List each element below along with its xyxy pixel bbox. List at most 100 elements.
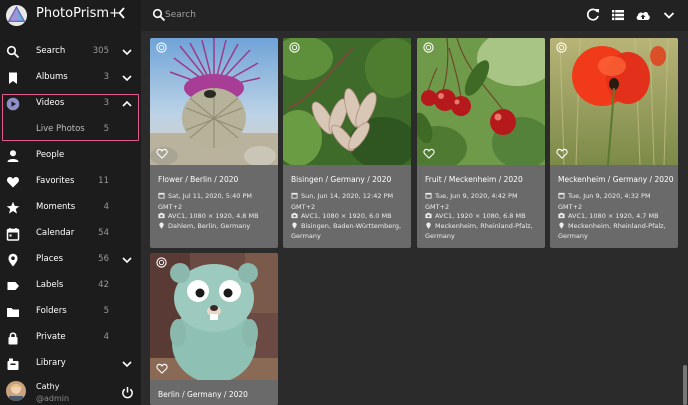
photo-timezone: GMT+2	[425, 203, 450, 211]
sidebar-item-label: Moments	[36, 202, 76, 212]
sidebar-item-labels[interactable]: Labels 42	[0, 274, 141, 300]
photo-title[interactable]: Flower / Berlin / 2020	[158, 175, 238, 184]
search-icon	[6, 45, 20, 59]
select-circle-icon[interactable]	[156, 42, 167, 53]
photo-title[interactable]: Bisingen / Germany / 2020	[291, 175, 391, 184]
app-name: PhotoPrism+	[36, 6, 120, 21]
sidebar-item-count: 4	[103, 202, 109, 212]
favorite-heart-icon[interactable]	[556, 148, 568, 159]
sidebar-item-label: Labels	[36, 280, 64, 290]
search-input[interactable]	[165, 6, 465, 24]
sidebar-item-label: Search	[36, 46, 66, 56]
calendar-icon	[425, 192, 432, 199]
photo-location: Bisingen, Baden-Württemberg,	[291, 222, 401, 230]
sidebar-item-label: People	[36, 150, 65, 160]
map-pin-icon	[159, 222, 164, 229]
photo-thumbnail[interactable]	[150, 253, 278, 380]
photo-title[interactable]: Fruit / Meckenheim / 2020	[425, 175, 523, 184]
select-circle-icon[interactable]	[423, 42, 434, 53]
camera-icon	[558, 212, 565, 219]
sidebar: PhotoPrism+ Search 305 Albums 3 Videos 3…	[0, 0, 141, 405]
map-pin-icon	[559, 222, 564, 229]
sidebar-item-favorites[interactable]: Favorites 11	[0, 170, 141, 196]
sidebar-item-search[interactable]: Search 305	[0, 40, 141, 66]
favorite-heart-icon[interactable]	[156, 148, 168, 159]
select-circle-icon[interactable]	[556, 42, 567, 53]
photo-thumbnail[interactable]	[283, 38, 411, 165]
photo-date: Sat, Jul 11, 2020, 5:40 PM	[158, 192, 252, 200]
chevron-left-icon	[118, 7, 125, 19]
photo-title[interactable]: Meckenheim / Germany / 2020	[558, 175, 674, 184]
sidebar-item-label: Private	[36, 332, 66, 342]
select-circle-icon[interactable]	[156, 257, 167, 268]
bookmark-icon	[9, 72, 17, 84]
scrollbar[interactable]	[683, 365, 687, 405]
sidebar-item-places[interactable]: Places 56	[0, 248, 141, 274]
sidebar-item-folders[interactable]: Folders 5	[0, 300, 141, 326]
person-icon	[7, 150, 19, 162]
sidebar-item-label: Live Photos	[36, 124, 85, 134]
photo-file-info: AVC1, 1080 × 1920, 4.7 MB	[558, 212, 659, 220]
favorite-heart-icon[interactable]	[423, 148, 435, 159]
calendar-icon	[558, 192, 565, 199]
sidebar-item-label: Favorites	[36, 176, 75, 186]
sidebar-item-live-photos[interactable]: Live Photos 5	[0, 118, 141, 142]
select-circle-icon[interactable]	[289, 42, 300, 53]
photo-file-info: AVC1, 1920 × 1080, 6.8 MB	[425, 212, 526, 220]
photo-card[interactable]: Meckenheim / Germany / 2020 Tue, Jun 9, …	[550, 38, 678, 248]
sidebar-item-calendar[interactable]: Calendar 54	[0, 222, 141, 248]
sidebar-item-moments[interactable]: Moments 4	[0, 196, 141, 222]
photo-location: Dahlem, Berlin, Germany	[158, 222, 250, 230]
collapse-sidebar-button[interactable]	[115, 5, 129, 25]
photo-thumbnail[interactable]	[150, 38, 278, 165]
photo-card[interactable]: Flower / Berlin / 2020 Sat, Jul 11, 2020…	[150, 38, 278, 248]
sidebar-item-videos[interactable]: Videos 3	[0, 92, 141, 118]
sidebar-item-albums[interactable]: Albums 3	[0, 66, 141, 92]
sidebar-item-library[interactable]: Library	[0, 352, 141, 378]
top-toolbar	[141, 0, 688, 31]
chevron-down-icon[interactable]	[121, 357, 133, 371]
photo-thumbnail[interactable]	[417, 38, 545, 165]
sidebar-item-count: 305	[92, 46, 109, 56]
photo-card[interactable]: Fruit / Meckenheim / 2020 Tue, Jun 9, 20…	[417, 38, 545, 248]
play-circle-icon	[6, 97, 20, 111]
photoprism-logo[interactable]	[5, 4, 28, 27]
power-icon[interactable]	[121, 386, 134, 399]
map-pin-icon	[292, 222, 297, 229]
refresh-icon[interactable]	[585, 7, 601, 23]
sidebar-item-count: 3	[103, 72, 109, 82]
photo-location: Meckenheim, Rheinland-Pfalz,	[425, 222, 533, 230]
heart-icon	[7, 177, 19, 188]
calendar-icon	[6, 228, 20, 241]
photo-timezone: GMT+2	[158, 203, 183, 211]
avatar	[6, 381, 26, 401]
sidebar-item-label: Calendar	[36, 228, 75, 238]
chevron-down-icon[interactable]	[661, 7, 677, 23]
photo-title[interactable]: Berlin / Germany / 2020	[158, 390, 248, 399]
chevron-up-icon[interactable]	[121, 97, 133, 111]
photo-date: Tue, Jun 9, 2020, 4:32 PM	[558, 192, 651, 200]
sidebar-item-label: Library	[36, 358, 66, 368]
chevron-down-icon[interactable]	[121, 71, 133, 85]
photo-thumbnail[interactable]	[550, 38, 678, 165]
sidebar-item-label: Folders	[36, 306, 67, 316]
photo-location: Meckenheim, Rheinland-Pfalz,	[558, 222, 666, 230]
sidebar-item-people[interactable]: People	[0, 144, 141, 170]
user-profile[interactable]: Cathy @admin	[0, 378, 141, 405]
sidebar-item-private[interactable]: Private 4	[0, 326, 141, 352]
chevron-down-icon[interactable]	[121, 45, 133, 59]
photo-file-info: AVC1, 1080 × 1920, 6.0 MB	[291, 212, 392, 220]
photo-card[interactable]: Berlin / Germany / 2020	[150, 253, 278, 405]
sidebar-item-count: 5	[103, 306, 109, 316]
favorite-heart-icon[interactable]	[156, 363, 168, 374]
camera-icon	[291, 212, 298, 219]
cloud-upload-icon[interactable]	[635, 7, 651, 23]
label-icon	[7, 282, 19, 290]
sidebar-item-count: 3	[103, 98, 109, 108]
list-view-icon[interactable]	[610, 7, 626, 23]
chevron-down-icon[interactable]	[121, 253, 133, 267]
user-name: Cathy	[36, 382, 60, 391]
user-handle: @admin	[36, 394, 70, 403]
calendar-icon	[291, 192, 298, 199]
photo-card[interactable]: Bisingen / Germany / 2020 Sun, Jun 14, 2…	[283, 38, 411, 248]
